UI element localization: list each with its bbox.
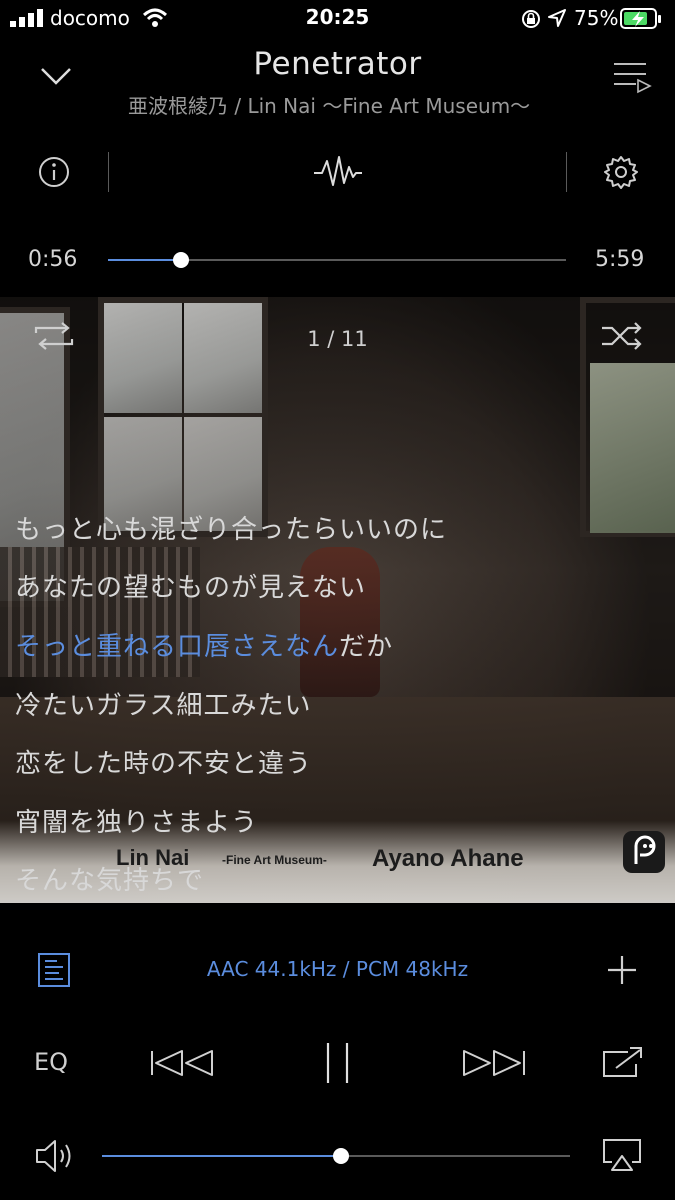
artist-album: 亜波根綾乃 / Lin Nai 〜Fine Art Museum〜 [128,94,531,118]
elapsed-time: 0:56 [28,247,78,272]
progress-fill [108,259,182,261]
battery-percentage: 75% [574,6,619,30]
previous-icon[interactable] [150,1048,216,1078]
codec-info: AAC 44.1kHz / PCM 48kHz [206,957,469,981]
queue-icon[interactable] [612,60,654,94]
lyric-line-current: そっと重ねる口唇さえなんだか [15,626,393,663]
pause-icon[interactable] [324,1041,352,1085]
share-icon[interactable] [602,1046,644,1080]
divider [566,152,567,192]
battery-icon [620,8,661,29]
waveform-icon[interactable] [312,153,364,191]
plus-icon[interactable] [607,955,637,985]
volume-slider-knob[interactable] [332,1148,349,1164]
lyric-unsung-part: だか [339,632,394,662]
status-bar: docomo 20:25 75% [0,0,675,38]
next-icon[interactable] [460,1048,526,1078]
location-icon [548,9,566,27]
artwork-lyrics-panel[interactable]: Lin Nai -Fine Art Museum- Ayano Ahane 1 … [0,297,675,903]
volume-fill [102,1155,341,1157]
eq-button[interactable]: EQ [34,1048,68,1076]
lyric-line: 冷たいガラス細工みたい [15,691,312,721]
app-badge-icon[interactable] [622,830,666,874]
total-time: 5:59 [595,247,645,272]
lyric-line: あなたの望むものが見えない [15,573,367,603]
info-icon[interactable] [38,156,70,188]
orientation-lock-icon [522,10,540,28]
track-counter: 1 / 11 [307,327,368,351]
speaker-icon[interactable] [35,1138,75,1174]
album-text-right: Ayano Ahane [372,845,524,872]
lyric-sung-part: そっと重ねる口唇さえなん [15,632,340,662]
album-text-small: -Fine Art Museum- [222,853,327,867]
lyric-line: 宵闇を独りさまよう [15,808,259,838]
chevron-down-icon[interactable] [40,66,72,86]
shuffle-icon[interactable] [600,321,644,351]
lyric-line: もっと心も混ざり合ったらいいのに [15,515,448,545]
lyric-line: そんな気持ちで [15,866,205,896]
track-title: Penetrator [253,46,422,82]
divider [108,152,109,192]
airplay-icon[interactable] [602,1138,642,1172]
gear-icon[interactable] [604,155,638,189]
lyric-line: 恋をした時の不安と違う [15,749,313,779]
progress-scrubber[interactable] [173,252,190,268]
